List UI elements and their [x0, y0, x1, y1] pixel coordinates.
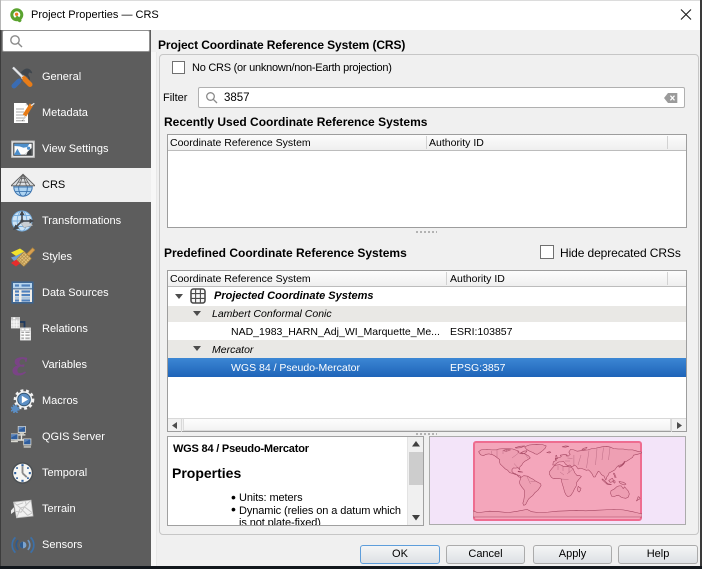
svg-text:ε: ε — [12, 353, 28, 377]
